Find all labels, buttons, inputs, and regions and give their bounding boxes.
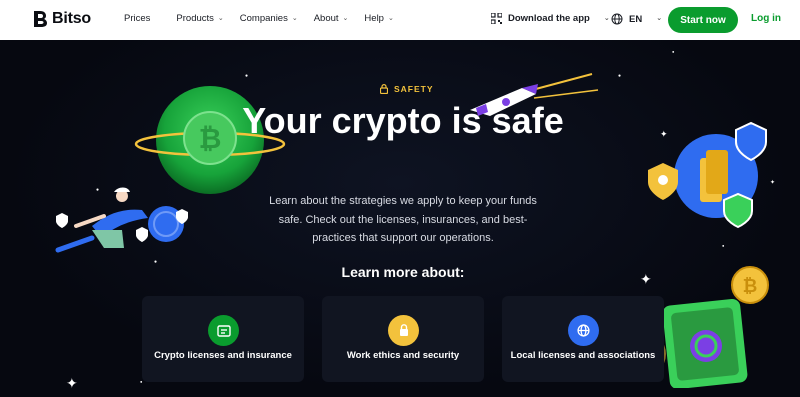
nav-prices[interactable]: Prices xyxy=(124,13,150,24)
nav-help-label: Help xyxy=(364,13,384,24)
star-icon: ● xyxy=(722,243,725,248)
chevron-down-icon: ⌄ xyxy=(387,14,394,22)
card-crypto-licenses[interactable]: Crypto licenses and insurance xyxy=(142,296,304,382)
chevron-down-icon: ⌄ xyxy=(603,14,610,22)
star-icon: ✦ xyxy=(66,375,78,391)
start-now-button[interactable]: Start now xyxy=(668,7,738,33)
learn-more-heading: Learn more about: xyxy=(341,264,465,280)
chevron-down-icon: ⌄ xyxy=(656,15,663,22)
svg-text:₿: ₿ xyxy=(743,276,758,297)
nav-about-label: About xyxy=(313,13,339,24)
main-nav: Prices Products ⌄ Companies ⌄ About ⌄ He… xyxy=(124,13,394,24)
card-label: Local licenses and associations xyxy=(510,350,656,361)
card-local-licenses[interactable]: Local licenses and associations xyxy=(502,296,664,382)
safety-label: SAFETY xyxy=(394,84,434,94)
nav-about[interactable]: About ⌄ xyxy=(314,13,349,24)
star-icon: ● xyxy=(672,49,675,54)
star-icon: ● xyxy=(140,379,143,384)
hero-title: Your crypto is safe xyxy=(242,100,564,141)
bitso-logo-icon xyxy=(34,11,47,27)
nav-products[interactable]: Products ⌄ xyxy=(176,13,223,24)
download-app-label: Download the app xyxy=(508,13,590,24)
svg-text:₿: ₿ xyxy=(199,122,222,155)
globe-icon xyxy=(568,315,599,346)
qr-code-icon xyxy=(491,13,502,24)
license-icon xyxy=(208,315,239,346)
card-label: Work ethics and security xyxy=(346,350,460,361)
floating-person-illustration xyxy=(55,187,188,253)
chevron-down-icon: ⌄ xyxy=(291,14,298,22)
coins-shields-illustration xyxy=(648,121,767,229)
language-selector[interactable]: EN ⌄ xyxy=(611,13,662,25)
hero-description: Learn about the strategies we apply to k… xyxy=(269,195,537,244)
brand-name: Bitso xyxy=(52,10,92,27)
login-link[interactable]: Log in xyxy=(751,13,781,24)
nav-prices-label: Prices xyxy=(124,13,151,24)
card-work-ethics[interactable]: Work ethics and security xyxy=(322,296,484,382)
bitso-logo[interactable]: Bitso xyxy=(33,10,91,28)
download-app-menu[interactable]: Download the app ⌄ xyxy=(491,13,610,24)
star-icon: ● xyxy=(245,73,249,79)
top-navbar: Bitso Prices Products ⌄ Companies ⌄ Abou… xyxy=(0,0,800,40)
lock-icon xyxy=(380,84,388,94)
language-label: EN xyxy=(629,13,643,25)
nav-help[interactable]: Help ⌄ xyxy=(364,13,393,24)
chevron-down-icon: ⌄ xyxy=(342,14,349,22)
nav-companies[interactable]: Companies ⌄ xyxy=(240,13,298,24)
nav-products-label: Products xyxy=(176,13,214,24)
safety-eyebrow: SAFETY xyxy=(380,84,434,94)
star-icon: ✦ xyxy=(640,271,652,287)
lock-icon xyxy=(388,315,419,346)
page: Bitso Prices Products ⌄ Companies ⌄ Abou… xyxy=(0,0,800,397)
card-label: Crypto licenses and insurance xyxy=(154,350,292,361)
star-icon: ● xyxy=(618,73,622,79)
chevron-down-icon: ⌄ xyxy=(217,14,224,22)
globe-icon xyxy=(611,13,623,25)
star-icon: ● xyxy=(154,259,158,265)
nav-companies-label: Companies xyxy=(239,13,288,24)
